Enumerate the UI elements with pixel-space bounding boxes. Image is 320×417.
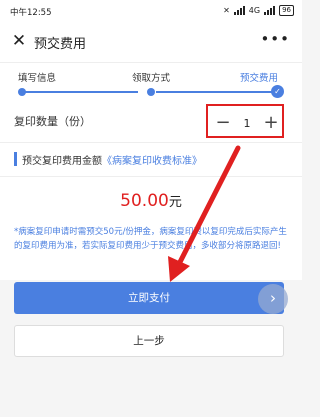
nav-bar: ✕ 预交费用 ••• xyxy=(0,22,302,62)
step-2-dot xyxy=(147,88,155,96)
signal-icon-2 xyxy=(264,6,276,15)
step-3-label: 预交费用 xyxy=(240,73,279,84)
pay-now-button[interactable]: 立即支付 xyxy=(14,282,284,314)
step-line-2 xyxy=(156,91,274,93)
status-icons: ✕ 4G 96 xyxy=(223,5,294,16)
close-icon[interactable]: ✕ xyxy=(10,32,28,50)
fee-accent-bar xyxy=(14,152,17,166)
chevron-right-icon[interactable]: › xyxy=(258,284,288,314)
amount-value: 50.00 xyxy=(120,191,169,211)
amount-display: 50.00元 xyxy=(0,191,302,211)
step-line-1 xyxy=(22,91,138,93)
previous-step-button[interactable]: 上一步 xyxy=(14,325,284,357)
battery-icon: 96 xyxy=(279,5,294,16)
fee-standard-link[interactable]: 《病案复印收费标准》 xyxy=(102,156,202,167)
network-type: 4G xyxy=(248,6,261,15)
fee-label: 预交复印费用金额 xyxy=(22,156,102,167)
deposit-notice: *病案复印申请时需预交50元/份押金，病案复印费以复印完成后实际产生的复印费用为… xyxy=(14,227,287,251)
quantity-label: 复印数量（份） xyxy=(14,115,91,128)
more-icon[interactable]: ••• xyxy=(260,30,290,48)
step-1-label: 填写信息 xyxy=(18,73,57,84)
status-bar: 中午12:55 ✕ 4G 96 xyxy=(0,0,302,22)
amount-section: 50.00元 *病案复印申请时需预交50元/份押金，病案复印费以复印完成后实际产… xyxy=(0,176,302,280)
annotation-highlight-box xyxy=(206,104,284,138)
progress-steps: 填写信息 领取方式 预交费用 ✓ xyxy=(0,62,302,106)
step-2-label: 领取方式 xyxy=(132,73,171,84)
fee-row: 预交复印费用金额《病案复印收费标准》 xyxy=(0,142,302,176)
amount-unit: 元 xyxy=(168,195,182,210)
status-time: 中午12:55 xyxy=(10,8,52,18)
mute-icon: ✕ xyxy=(223,6,230,15)
signal-icon xyxy=(233,6,245,15)
check-icon: ✓ xyxy=(271,85,284,98)
fee-text: 预交复印费用金额《病案复印收费标准》 xyxy=(22,152,202,167)
page-title: 预交费用 xyxy=(34,37,87,52)
step-1-dot xyxy=(18,88,26,96)
